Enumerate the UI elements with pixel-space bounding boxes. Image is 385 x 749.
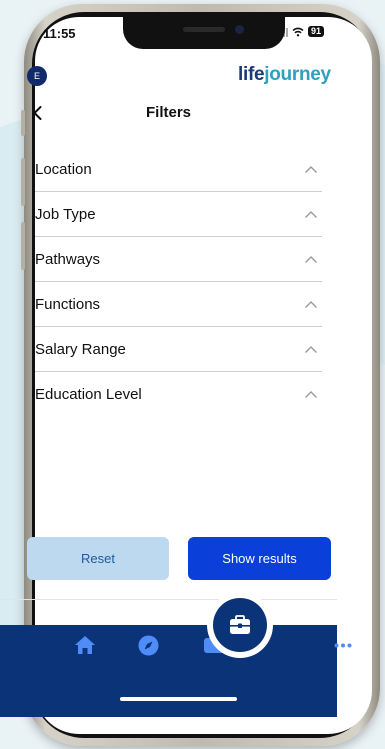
tab-home[interactable]: [73, 633, 97, 657]
chevron-up-icon: [305, 345, 317, 353]
logo-part-journey: journey: [264, 64, 331, 85]
filter-label: Functions: [35, 295, 101, 313]
signal-icon: [277, 27, 288, 37]
speaker: [183, 27, 225, 32]
chevron-up-icon: [305, 300, 317, 308]
tab-bar: [0, 625, 337, 717]
compass-icon: [138, 635, 158, 655]
app-logo: lifejourney: [238, 64, 331, 86]
filter-list: Location Job Type Pathways Functions Sal…: [35, 147, 322, 417]
notch: [123, 17, 285, 49]
chevron-up-icon: [305, 255, 317, 263]
battery-icon: 91: [308, 26, 325, 37]
home-indicator[interactable]: [120, 697, 237, 701]
home-icon: [75, 636, 95, 654]
status-icons: 91: [277, 26, 325, 37]
briefcase-icon: [230, 615, 250, 634]
filter-location[interactable]: Location: [35, 147, 322, 192]
phone-side-button: [21, 222, 25, 270]
more-icon: [334, 643, 352, 647]
filter-label: Location: [35, 160, 92, 178]
logo-part-life: life: [238, 64, 265, 85]
chevron-up-icon: [305, 210, 317, 218]
filter-pathways[interactable]: Pathways: [35, 237, 322, 282]
tab-jobs-button[interactable]: [213, 598, 267, 652]
chevron-up-icon: [305, 391, 317, 398]
filter-salary-range[interactable]: Salary Range: [35, 327, 322, 372]
reset-button[interactable]: Reset: [27, 537, 169, 580]
avatar[interactable]: E: [27, 66, 47, 86]
chevron-up-icon: [305, 165, 317, 173]
tab-explore[interactable]: [136, 633, 160, 657]
divider: [0, 599, 337, 600]
filter-label: Education Level: [35, 386, 142, 403]
filter-education-level[interactable]: Education Level: [35, 372, 322, 417]
filter-label: Job Type: [35, 205, 96, 223]
show-results-button[interactable]: Show results: [188, 537, 331, 580]
filter-job-type[interactable]: Job Type: [35, 192, 322, 237]
status-time: 11:55: [43, 26, 76, 41]
wifi-icon: [292, 27, 304, 36]
camera: [235, 25, 244, 34]
filter-functions[interactable]: Functions: [35, 282, 322, 327]
phone-side-button: [21, 158, 25, 206]
filter-label: Salary Range: [35, 340, 126, 358]
page-title: Filters: [145, 104, 191, 121]
tab-more[interactable]: [331, 633, 355, 657]
filter-label: Pathways: [35, 250, 101, 268]
